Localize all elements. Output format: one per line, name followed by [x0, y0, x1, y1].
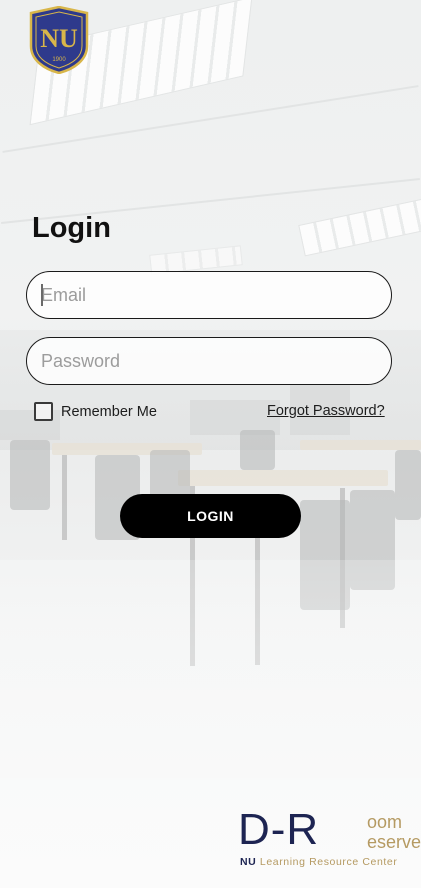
seal-year: 1900 — [52, 57, 66, 63]
password-field[interactable] — [26, 337, 392, 385]
brand-word-bottom: eserve — [367, 832, 421, 852]
d-room-reserve-logo: D-R oom eserve NU Learning Resource Cent… — [238, 805, 421, 870]
seal-monogram: NU — [40, 24, 78, 53]
background-library-photo — [0, 0, 421, 888]
page-title: Login — [32, 212, 111, 244]
brand-main-letters: D-R — [238, 805, 320, 854]
brand-tagline-prefix: NU — [240, 856, 257, 868]
brand-word-top: oom — [367, 812, 403, 832]
text-caret — [41, 284, 43, 306]
remember-me-checkbox[interactable] — [34, 402, 53, 421]
remember-me-label: Remember Me — [61, 403, 157, 420]
brand-tagline-rest: Learning Resource Center — [256, 856, 398, 868]
nu-seal-icon: NU 1900 — [28, 5, 90, 75]
login-button[interactable]: LOGIN — [120, 494, 301, 538]
brand-tagline: NU Learning Resource Center — [240, 856, 397, 868]
remember-me-toggle[interactable]: Remember Me — [34, 402, 157, 421]
email-field[interactable] — [26, 271, 392, 319]
forgot-password-link[interactable]: Forgot Password? — [267, 403, 385, 419]
